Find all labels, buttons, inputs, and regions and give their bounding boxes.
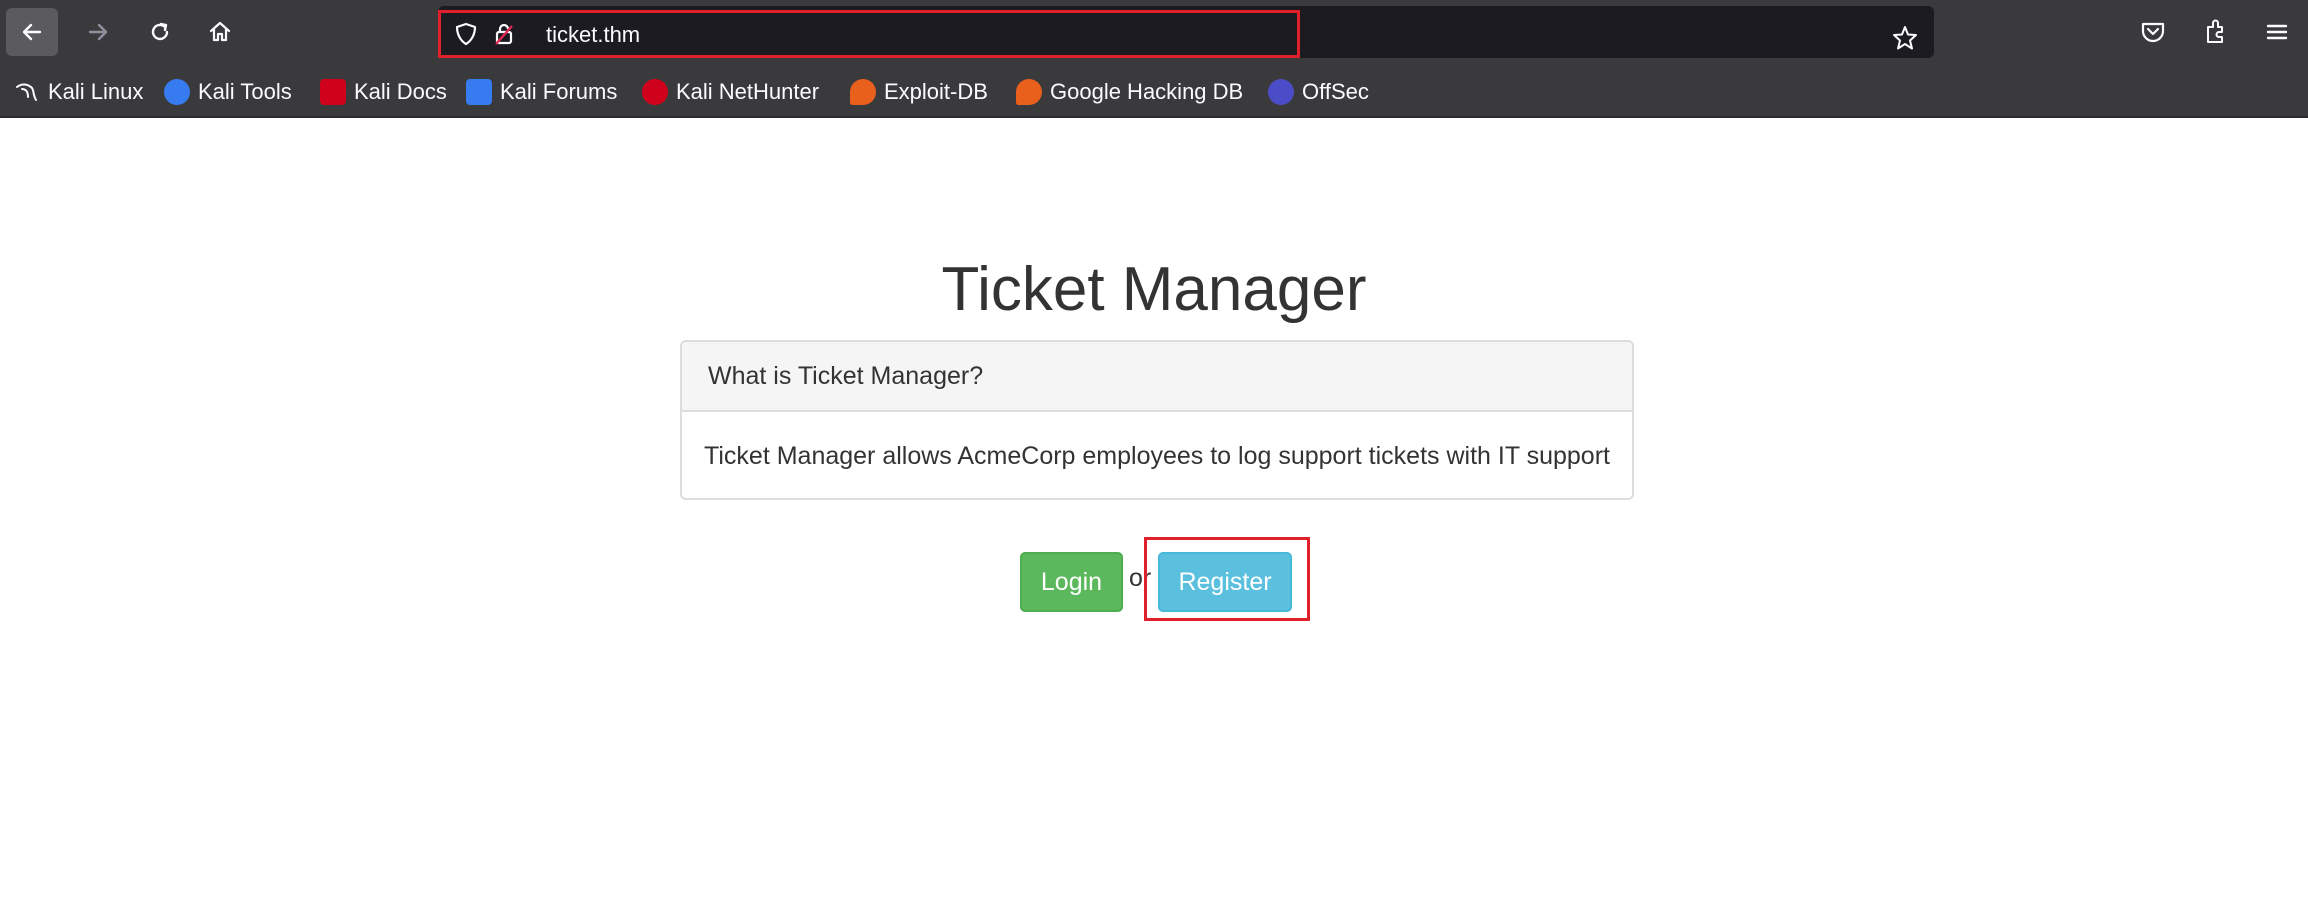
home-button[interactable]	[194, 8, 246, 56]
bookmark-kali-nethunter[interactable]: Kali NetHunter	[642, 76, 819, 108]
ghdb-icon	[1016, 79, 1042, 105]
insecure-lock-icon[interactable]	[490, 20, 518, 48]
kali-forums-icon	[466, 79, 492, 105]
extensions-icon[interactable]	[2200, 17, 2230, 47]
bookmark-offsec[interactable]: OffSec	[1268, 76, 1369, 108]
bookmark-label: OffSec	[1302, 79, 1369, 104]
bookmark-label: Kali Tools	[198, 79, 292, 104]
or-text: or	[1129, 564, 1152, 592]
bookmark-label: Exploit-DB	[884, 79, 988, 104]
bookmark-star-icon[interactable]	[1890, 23, 1920, 53]
browser-chrome: ticket.thm Kali Linux Kali Tools Kali Do…	[0, 0, 2308, 118]
bookmark-kali-docs[interactable]: Kali Docs	[320, 76, 447, 108]
bookmark-exploit-db[interactable]: Exploit-DB	[850, 76, 988, 108]
kali-docs-icon	[320, 79, 346, 105]
bookmark-kali-linux[interactable]: Kali Linux	[14, 76, 143, 108]
url-text[interactable]: ticket.thm	[546, 22, 640, 48]
info-panel: What is Ticket Manager? Ticket Manager a…	[680, 340, 1634, 500]
pocket-icon[interactable]	[2138, 17, 2168, 47]
home-icon	[209, 21, 231, 42]
bookmark-kali-tools[interactable]: Kali Tools	[164, 76, 292, 108]
panel-body: Ticket Manager allows AcmeCorp employees…	[704, 441, 1610, 470]
page-content: Ticket Manager What is Ticket Manager? T…	[0, 118, 2308, 900]
reload-icon	[151, 22, 169, 41]
forward-button[interactable]	[72, 8, 124, 56]
menu-hamburger-icon[interactable]	[2262, 17, 2292, 47]
browser-toolbar: ticket.thm	[0, 0, 2308, 64]
bookmark-label: Kali Linux	[48, 79, 144, 104]
tracking-protection-shield-icon[interactable]	[452, 20, 480, 48]
back-arrow-icon	[22, 23, 42, 41]
bookmarks-toolbar: Kali Linux Kali Tools Kali Docs Kali For…	[0, 70, 2308, 112]
bookmark-kali-forums[interactable]: Kali Forums	[466, 76, 617, 108]
bookmark-label: Kali Docs	[354, 79, 447, 104]
bookmark-label: Kali Forums	[500, 79, 618, 104]
kali-dragon-icon	[14, 79, 40, 105]
bookmark-label: Google Hacking DB	[1050, 79, 1244, 104]
forward-arrow-icon	[88, 23, 108, 41]
kali-tools-icon	[164, 79, 190, 105]
back-button[interactable]	[6, 8, 58, 56]
panel-heading: What is Ticket Manager?	[682, 342, 1632, 412]
url-bar[interactable]: ticket.thm	[438, 6, 1934, 58]
exploit-db-icon	[850, 79, 876, 105]
reload-button[interactable]	[134, 8, 186, 56]
register-button[interactable]: Register	[1158, 552, 1292, 612]
bookmark-label: Kali NetHunter	[676, 79, 820, 104]
offsec-icon	[1268, 79, 1294, 105]
nethunter-icon	[642, 79, 668, 105]
login-button[interactable]: Login	[1020, 552, 1123, 612]
bookmark-google-hacking-db[interactable]: Google Hacking DB	[1016, 76, 1243, 108]
page-title: Ticket Manager	[941, 255, 1367, 324]
auth-actions: Login or Register	[0, 534, 2308, 621]
